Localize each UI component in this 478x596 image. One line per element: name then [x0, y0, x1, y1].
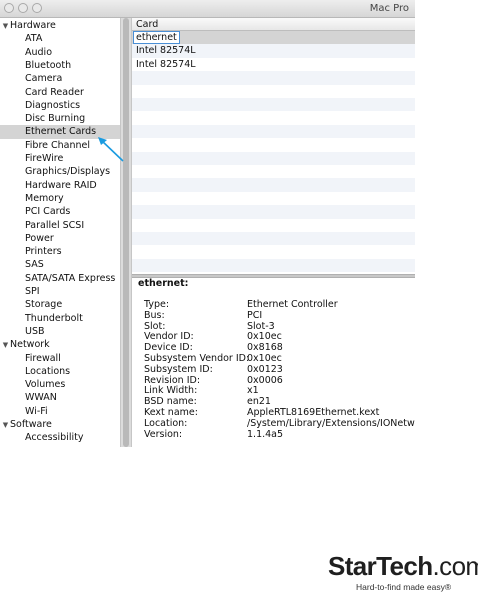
sidebar-item-pci-cards[interactable]: PCI Cards [0, 205, 120, 218]
table-row[interactable]: Intel 82574L [132, 58, 415, 71]
brand-name-light: .com [432, 551, 478, 581]
sidebar-category-list: ▼ Hardware ATA Audio Bluetooth Camera Card Rea… [0, 18, 120, 447]
minimize-window-button[interactable] [18, 3, 28, 13]
disclosure-triangle-icon[interactable]: ▼ [1, 20, 10, 33]
empty-table-row[interactable] [132, 165, 415, 178]
sidebar-item-firewire[interactable]: FireWire [0, 152, 120, 165]
empty-table-row[interactable] [132, 138, 415, 151]
empty-table-row[interactable] [132, 192, 415, 205]
sidebar-item-thunderbolt[interactable]: Thunderbolt [0, 312, 120, 325]
sidebar-item-wwan[interactable]: WWAN [0, 391, 120, 404]
card-name-cell: Intel 82574L [136, 45, 196, 57]
sidebar-item-memory[interactable]: Memory [0, 192, 120, 205]
sidebar-item-hardware-raid[interactable]: Hardware RAID [0, 179, 120, 192]
sidebar-item-storage[interactable]: Storage [0, 298, 120, 311]
detail-label: Version: [144, 428, 183, 440]
column-header-card[interactable]: Card [132, 18, 415, 31]
sidebar-item-graphics-displays[interactable]: Graphics/Displays [0, 165, 120, 178]
empty-table-row[interactable] [132, 71, 415, 85]
empty-table-row[interactable] [132, 245, 415, 258]
sidebar-category-label: Software [10, 419, 52, 430]
sidebar-item-parallel-scsi[interactable]: Parallel SCSI [0, 219, 120, 232]
sidebar-item-sata-sata-express[interactable]: SATA/SATA Express [0, 272, 120, 285]
empty-table-row[interactable] [132, 98, 415, 112]
sidebar-item-ata[interactable]: ATA [0, 32, 120, 45]
sidebar-item-sas[interactable]: SAS [0, 258, 120, 271]
empty-table-row[interactable] [132, 124, 415, 139]
brand-name-bold: StarTech [328, 551, 433, 581]
detail-value: 1.1.4a5 [247, 428, 284, 440]
card-name-cell: Intel 82574L [136, 58, 196, 70]
sidebar-category-label: Hardware [10, 20, 56, 31]
sidebar-category-software[interactable]: ▼ Software [0, 418, 120, 431]
sidebar-item-disc-burning[interactable]: Disc Burning [0, 112, 120, 125]
window-title: Mac Pro [369, 3, 409, 14]
detail-value: 0x0123 [247, 363, 283, 375]
empty-table-row[interactable] [132, 151, 415, 165]
empty-table-row[interactable] [132, 85, 415, 98]
sidebar-item-ethernet-cards[interactable]: Ethernet Cards [0, 125, 120, 139]
sidebar-category-label: Network [10, 339, 50, 351]
sidebar-item-card-reader[interactable]: Card Reader [0, 86, 120, 99]
title-bar: Mac Pro [0, 0, 415, 18]
detail-title: ethernet: [138, 278, 189, 289]
empty-table-row[interactable] [132, 232, 415, 246]
sidebar-item-volumes[interactable]: Volumes [0, 378, 120, 391]
sidebar-category-hardware[interactable]: ▼ Hardware [0, 19, 120, 32]
sidebar-item-diagnostics[interactable]: Diagnostics [0, 99, 120, 112]
empty-table-row[interactable] [132, 178, 415, 192]
disclosure-triangle-icon[interactable]: ▼ [1, 419, 10, 432]
sidebar-item-audio[interactable]: Audio [0, 46, 120, 59]
sidebar-item-wi-fi[interactable]: Wi-Fi [0, 405, 120, 418]
close-window-button[interactable] [4, 3, 14, 13]
detail-value: PCI [247, 309, 263, 321]
brand-wordmark: StarTech.com [328, 551, 478, 582]
table-row[interactable]: ethernet [132, 31, 415, 45]
sidebar-item-bluetooth[interactable]: Bluetooth [0, 59, 120, 72]
sidebar-item-locations[interactable]: Locations [0, 365, 120, 378]
startech-logo: StarTech.com Hard-to-find made easy® [328, 551, 478, 596]
detail-label: Subsystem ID: [144, 363, 213, 375]
detail-label: Location: [144, 417, 188, 429]
table-row[interactable]: Intel 82574L [132, 44, 415, 58]
sidebar-item-printers[interactable]: Printers [0, 245, 120, 258]
system-information-window: Mac Pro ▼ Hardware ATA Audio Bluetooth Camera… [0, 0, 415, 447]
sidebar-item-firewall[interactable]: Firewall [0, 352, 120, 365]
detail-pane: ethernet: Type: Ethernet Controller Bus: PC… [132, 278, 415, 447]
empty-table-row[interactable] [132, 111, 415, 124]
sidebar-item-fibre-channel[interactable]: Fibre Channel [0, 139, 120, 152]
sidebar-item-accessibility[interactable]: Accessibility [0, 431, 120, 444]
empty-table-row[interactable] [132, 258, 415, 273]
empty-table-row[interactable] [132, 205, 415, 219]
card-table: Card ethernet Intel 82574L Intel 82574L [132, 18, 415, 274]
empty-table-row[interactable] [132, 219, 415, 232]
sidebar-category-network[interactable]: ▼ Network [0, 338, 120, 351]
disclosure-triangle-icon[interactable]: ▼ [1, 339, 10, 352]
brand-tagline: Hard-to-find made easy® [356, 582, 452, 592]
detail-value: /System/Library/Extensions/IONetwo [247, 417, 415, 429]
sidebar-item-power[interactable]: Power [0, 232, 120, 245]
sidebar-item-usb[interactable]: USB [0, 325, 120, 338]
card-name-cell: ethernet [133, 31, 180, 44]
sidebar-item-camera[interactable]: Camera [0, 72, 120, 85]
sidebar-scrollbar-thumb[interactable] [123, 18, 129, 447]
zoom-window-button[interactable] [32, 3, 42, 13]
detail-label: Bus: [144, 309, 165, 321]
sidebar-item-spi[interactable]: SPI [0, 285, 120, 298]
